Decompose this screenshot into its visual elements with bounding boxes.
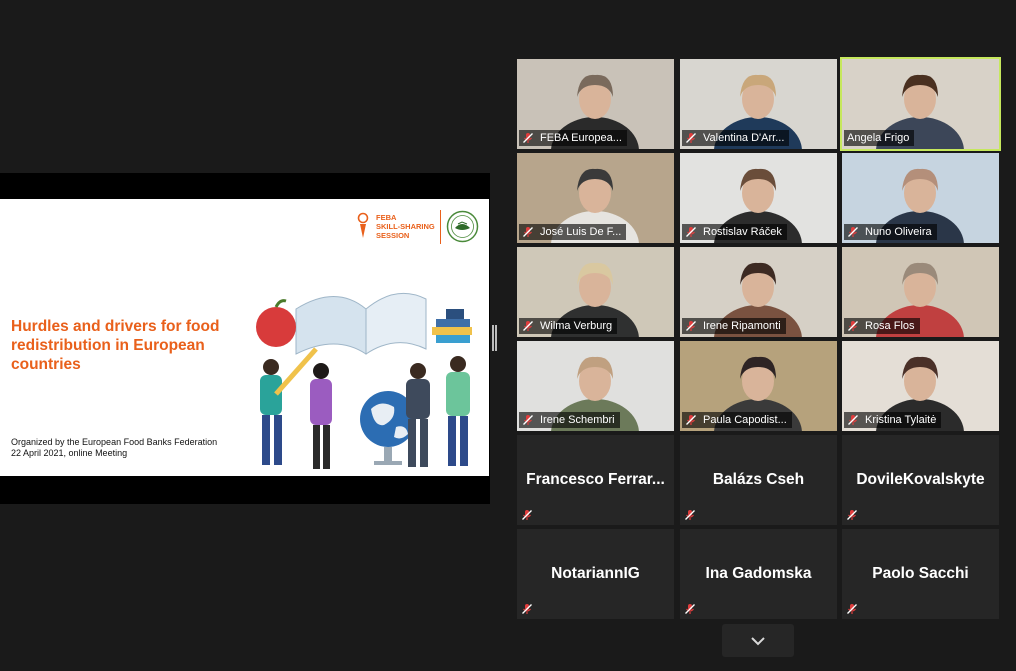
participant-name-tile[interactable]: DovileKovalskyte bbox=[842, 435, 999, 525]
participant-name-tag: Kristina Tylaitė bbox=[844, 412, 942, 428]
participant-name: Rostislav Ráček bbox=[703, 226, 782, 238]
participant-name: Irene Ripamonti bbox=[703, 320, 781, 332]
participant-name: Rosa Flos bbox=[865, 320, 915, 332]
feba-logo: FEBA SKILL-SHARING SESSION bbox=[356, 210, 481, 246]
partner-seal-icon bbox=[446, 210, 479, 243]
logo-divider bbox=[440, 210, 441, 244]
participant-name: José Luis De F... bbox=[540, 226, 622, 238]
participant-name-tile[interactable]: Francesco Ferrar... bbox=[517, 435, 674, 525]
participant-video-tile[interactable]: Nuno Oliveira bbox=[842, 153, 999, 243]
slide-footer: Organized by the European Food Banks Fed… bbox=[11, 437, 271, 459]
participant-name: Nuno Oliveira bbox=[865, 226, 932, 238]
split-view-drag-handle[interactable] bbox=[492, 325, 497, 351]
participant-name-tag: Paula Capodist... bbox=[682, 412, 792, 428]
mic-muted-icon bbox=[686, 133, 696, 143]
participant-video-tile[interactable]: Kristina Tylaitė bbox=[842, 341, 999, 431]
participant-name-tag: Valentina D'Arr... bbox=[682, 130, 790, 146]
presentation-slide: FEBA SKILL-SHARING SESSION Hurdles and d… bbox=[0, 199, 489, 476]
mic-muted-icon bbox=[523, 227, 533, 237]
mic-muted-icon bbox=[848, 415, 858, 425]
mic-muted-icon bbox=[686, 321, 696, 331]
participant-name: Valentina D'Arr... bbox=[703, 132, 785, 144]
participant-video-tile[interactable]: Paula Capodist... bbox=[680, 341, 837, 431]
participant-name-tag: Wilma Verburg bbox=[519, 318, 618, 334]
participant-display-name: Ina Gadomska bbox=[705, 565, 812, 582]
participant-video-tile[interactable]: FEBA Europea... bbox=[517, 59, 674, 149]
mic-muted-icon bbox=[522, 604, 532, 614]
slide-title: Hurdles and drivers for food redistribut… bbox=[11, 318, 220, 373]
participant-name-tile[interactable]: Ina Gadomska bbox=[680, 529, 837, 619]
mic-muted-icon bbox=[523, 133, 533, 143]
participant-name-tag: Nuno Oliveira bbox=[844, 224, 937, 240]
reading-people-illustration bbox=[256, 292, 472, 469]
participant-name-tag: FEBA Europea... bbox=[519, 130, 627, 146]
mic-muted-icon bbox=[685, 510, 695, 520]
participant-name-tag: Rosa Flos bbox=[844, 318, 920, 334]
participant-display-name: Paolo Sacchi bbox=[872, 565, 969, 582]
participant-video-tile[interactable]: Rosa Flos bbox=[842, 247, 999, 337]
next-page-button[interactable] bbox=[722, 624, 794, 657]
participant-display-name: Balázs Cseh bbox=[712, 471, 805, 488]
participant-name-tile[interactable]: Balázs Cseh bbox=[680, 435, 837, 525]
participant-video-tile[interactable]: Irene Schembri bbox=[517, 341, 674, 431]
participant-display-name: NotariannIG bbox=[551, 565, 640, 582]
participant-display-name: DovileKovalskyte bbox=[856, 471, 985, 488]
participant-name: Irene Schembri bbox=[540, 414, 615, 426]
mic-muted-icon bbox=[686, 415, 696, 425]
mic-muted-icon bbox=[847, 604, 857, 614]
participant-video-tile[interactable]: Irene Ripamonti bbox=[680, 247, 837, 337]
chevron-down-icon bbox=[751, 636, 765, 645]
participant-video-tile[interactable]: Angela Frigo bbox=[840, 57, 1001, 151]
feba-logo-icon bbox=[357, 212, 369, 238]
participant-name-tag: Angela Frigo bbox=[844, 130, 915, 146]
participant-video-tile[interactable]: Wilma Verburg bbox=[517, 247, 674, 337]
mic-muted-icon bbox=[523, 321, 533, 331]
mic-muted-icon bbox=[848, 227, 858, 237]
participant-video-tile[interactable]: Rostislav Ráček bbox=[680, 153, 837, 243]
participant-display-name: Francesco Ferrar... bbox=[526, 471, 665, 488]
participant-name: FEBA Europea... bbox=[540, 132, 622, 144]
participant-name-tile[interactable]: Paolo Sacchi bbox=[842, 529, 999, 619]
participant-name-tag: Irene Schembri bbox=[519, 412, 620, 428]
participant-video-tile[interactable]: José Luis De F... bbox=[517, 153, 674, 243]
participant-name: Angela Frigo bbox=[847, 132, 910, 144]
feba-logo-text: FEBA SKILL-SHARING SESSION bbox=[376, 213, 435, 240]
participant-name: Wilma Verburg bbox=[540, 320, 613, 332]
mic-muted-icon bbox=[847, 510, 857, 520]
mic-muted-icon bbox=[686, 227, 696, 237]
participant-video-tile[interactable]: Valentina D'Arr... bbox=[680, 59, 837, 149]
participant-name: Kristina Tylaitė bbox=[865, 414, 937, 426]
participant-name: Paula Capodist... bbox=[703, 414, 787, 426]
mic-muted-icon bbox=[523, 415, 533, 425]
participant-name-tag: Rostislav Ráček bbox=[682, 224, 787, 240]
meeting-date: 22 April 2021, online Meeting bbox=[11, 448, 128, 458]
participant-name-tile[interactable]: NotariannIG bbox=[517, 529, 674, 619]
organizer-text: Organized by the European Food Banks Fed… bbox=[11, 437, 218, 447]
mic-muted-icon bbox=[848, 321, 858, 331]
participant-name-tag: José Luis De F... bbox=[519, 224, 627, 240]
mic-muted-icon bbox=[522, 510, 532, 520]
participant-name-tag: Irene Ripamonti bbox=[682, 318, 786, 334]
mic-muted-icon bbox=[685, 604, 695, 614]
